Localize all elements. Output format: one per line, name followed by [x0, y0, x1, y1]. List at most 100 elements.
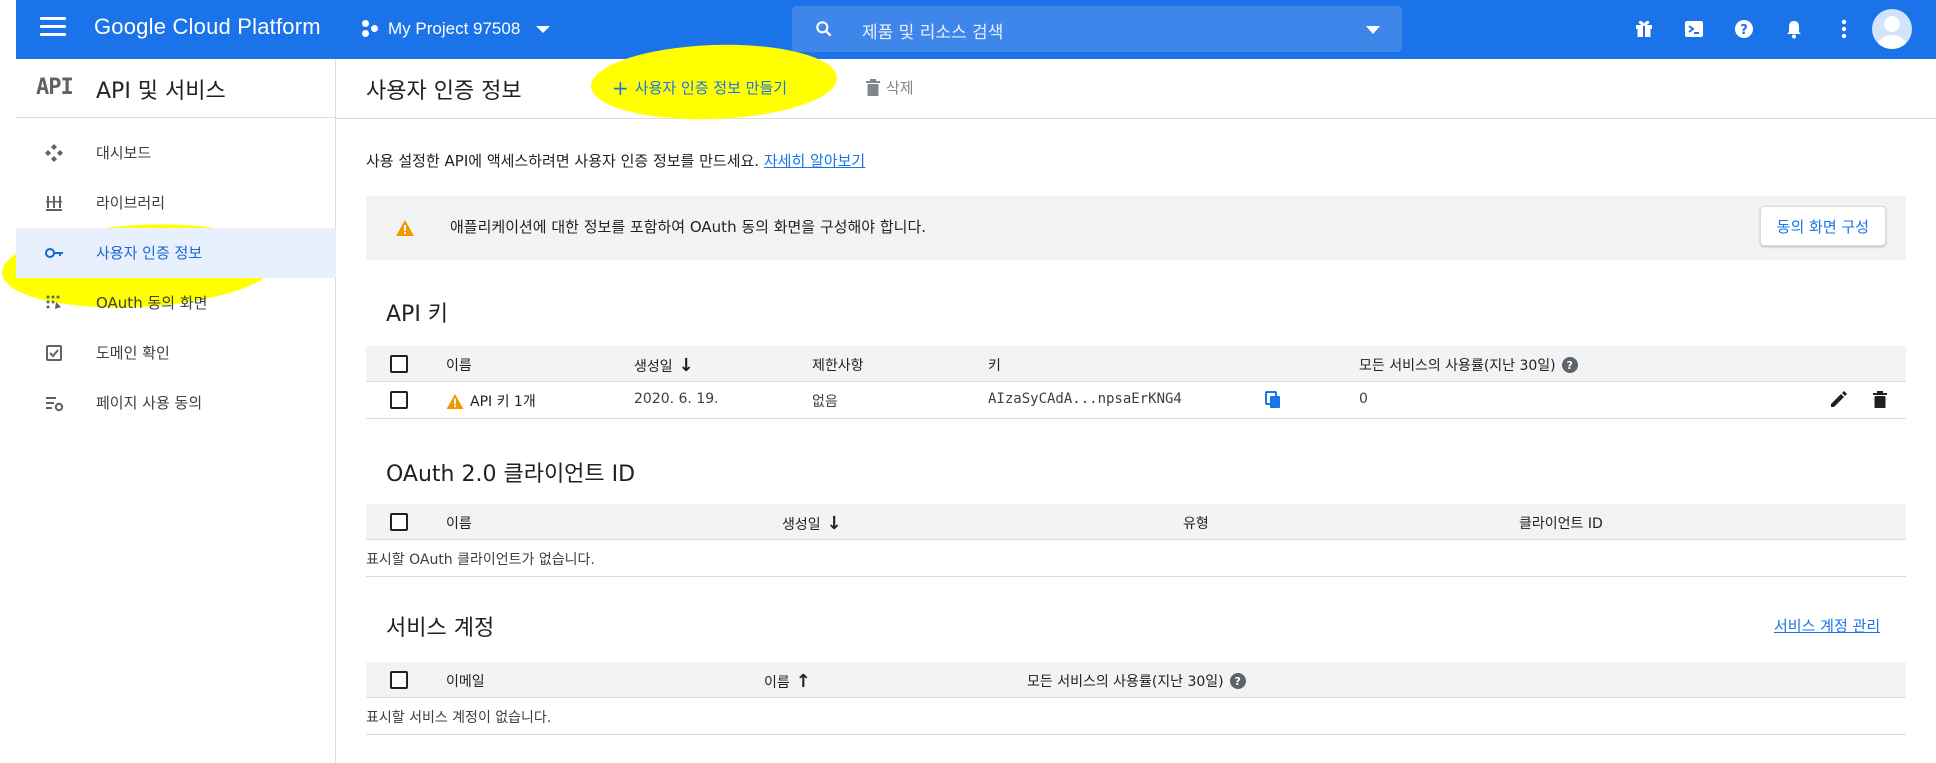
help-circle-icon[interactable]: ? — [1561, 357, 1578, 373]
delete-button[interactable]: 삭제 — [866, 77, 914, 98]
row-checkbox[interactable] — [390, 391, 408, 409]
help-circle-icon[interactable]: ? — [1229, 673, 1246, 689]
project-selector[interactable]: My Project 97508 — [362, 19, 551, 39]
sidebar-title: API 및 서비스 — [96, 79, 226, 104]
top-app-bar: Google Cloud Platform My Project 97508 제… — [16, 0, 1936, 59]
dashboard-icon — [45, 144, 63, 162]
oauth-clients-table: 이름 생성일 ↓ 유형 클라이언트 ID 표시할 OAuth 클라이언트가 없습… — [366, 504, 1906, 577]
help-icon[interactable]: ? — [1732, 17, 1756, 41]
sidebar-item-label: 도메인 확인 — [96, 344, 170, 362]
svg-text:?: ? — [1740, 23, 1748, 38]
brand-title[interactable]: Google Cloud Platform — [94, 14, 321, 40]
column-header-usage: 모든 서비스의 사용률(지난 30일) ? — [1359, 355, 1578, 375]
select-all-checkbox[interactable] — [390, 513, 408, 531]
sidebar-item-domain-verification[interactable]: 도메인 확인 — [16, 328, 336, 378]
empty-row: 표시할 OAuth 클라이언트가 없습니다. — [366, 540, 1906, 577]
trash-icon — [866, 79, 880, 96]
library-icon — [46, 196, 62, 211]
column-header-usage: 모든 서비스의 사용률(지난 30일) ? — [1027, 671, 1246, 691]
page-title: 사용자 인증 정보 — [366, 79, 522, 104]
search-icon — [816, 21, 832, 37]
search-dropdown-icon[interactable] — [1366, 26, 1380, 34]
intro-description: 사용 설정한 API에 액세스하려면 사용자 인증 정보를 만드세요. — [366, 152, 760, 170]
warning-icon — [446, 393, 464, 409]
empty-row: 표시할 서비스 계정이 없습니다. — [366, 698, 1906, 735]
content-header: 사용자 인증 정보 + 사용자 인증 정보 만들기 삭제 — [336, 40, 1936, 124]
column-header-name[interactable]: 이름 ↑ — [764, 671, 811, 692]
select-all-checkbox[interactable] — [390, 355, 408, 373]
api-key-usage: 0 — [1359, 391, 1368, 407]
oauth-icon — [46, 295, 61, 309]
more-vert-icon[interactable] — [1832, 17, 1856, 41]
search-input[interactable]: 제품 및 리소스 검색 — [862, 18, 1003, 43]
select-all-checkbox[interactable] — [390, 671, 408, 689]
sidebar-item-oauth-consent[interactable]: OAuth 동의 화면 — [16, 278, 336, 328]
api-key-value: AIzaSyCAdA...npsaErKNG4 — [988, 391, 1182, 407]
sidebar-item-label: 사용자 인증 정보 — [96, 244, 203, 262]
column-header-usage-label: 모든 서비스의 사용률(지난 30일) — [1359, 358, 1556, 374]
gift-icon[interactable] — [1632, 17, 1656, 41]
delete-trash-icon[interactable] — [1873, 391, 1887, 408]
column-header-created[interactable]: 생성일 ↓ — [634, 355, 694, 376]
project-name: My Project 97508 — [388, 19, 521, 38]
sidebar-item-label: 대시보드 — [96, 144, 152, 162]
api-keys-title: API 키 — [386, 302, 449, 327]
column-header-name: 이름 — [446, 516, 472, 532]
intro-text: 사용 설정한 API에 액세스하려면 사용자 인증 정보를 만드세요. 자세히 … — [366, 150, 865, 171]
sort-arrow-down-icon: ↓ — [826, 513, 842, 534]
search-bar[interactable]: 제품 및 리소스 검색 — [792, 6, 1402, 52]
hamburger-menu-icon[interactable] — [40, 17, 66, 41]
api-key-name-cell[interactable]: API 키 1개 — [446, 391, 536, 411]
api-key-name: API 키 1개 — [470, 394, 536, 410]
project-icon — [362, 20, 380, 38]
sidebar-item-label: 라이브러리 — [96, 194, 166, 212]
service-accounts-title: 서비스 계정 — [386, 616, 495, 641]
notifications-bell-icon[interactable] — [1782, 17, 1806, 41]
left-nav: API API 및 서비스 대시보드 라이브러리 사용자 인증 정보 OAuth… — [0, 59, 336, 763]
sidebar-item-credentials[interactable]: 사용자 인증 정보 — [16, 228, 336, 278]
create-credentials-button[interactable]: + 사용자 인증 정보 만들기 — [612, 77, 787, 98]
delete-label: 삭제 — [886, 79, 914, 97]
edit-pencil-icon[interactable] — [1829, 391, 1847, 409]
sort-arrow-down-icon: ↓ — [678, 355, 694, 376]
manage-service-accounts-link[interactable]: 서비스 계정 관리 — [1774, 615, 1880, 636]
account-avatar[interactable] — [1872, 9, 1912, 49]
column-header-created[interactable]: 생성일 ↓ — [782, 513, 842, 534]
configure-consent-screen-button[interactable]: 동의 화면 구성 — [1759, 206, 1886, 246]
copy-icon[interactable] — [1265, 391, 1281, 409]
sidebar-item-library[interactable]: 라이브러리 — [16, 178, 336, 228]
sort-arrow-up-icon: ↑ — [795, 671, 811, 692]
sidebar-item-label: 페이지 사용 동의 — [96, 394, 203, 412]
sidebar-item-label: OAuth 동의 화면 — [96, 294, 208, 312]
learn-more-link[interactable]: 자세히 알아보기 — [764, 152, 865, 170]
column-header-created-label: 생성일 — [782, 516, 821, 533]
plus-icon: + — [612, 75, 629, 100]
create-credentials-label: 사용자 인증 정보 만들기 — [634, 79, 788, 97]
column-header-key: 키 — [988, 358, 1001, 374]
warning-icon — [396, 220, 414, 236]
gcp-console: Google Cloud Platform My Project 97508 제… — [0, 0, 1936, 763]
api-key-restriction: 없음 — [812, 394, 838, 410]
api-keys-table: 이름 생성일 ↓ 제한사항 키 모든 서비스의 사용률(지난 30일) ? AP… — [366, 346, 1906, 419]
sidebar-item-page-usage-agreement[interactable]: 페이지 사용 동의 — [16, 378, 336, 428]
table-header: 이름 생성일 ↓ 유형 클라이언트 ID — [366, 504, 1906, 540]
oauth-consent-notice: 애플리케이션에 대한 정보를 포함하여 OAuth 동의 화면을 구성해야 합니… — [366, 196, 1906, 260]
api-logo: API — [36, 75, 74, 100]
service-accounts-table: 이메일 이름 ↑ 모든 서비스의 사용률(지난 30일) ? 표시할 서비스 계… — [366, 662, 1906, 735]
column-header-created-label: 생성일 — [634, 358, 673, 375]
table-row[interactable]: API 키 1개 2020. 6. 19. 없음 AIzaSyCAdA...np… — [366, 382, 1906, 419]
sidebar-item-dashboard[interactable]: 대시보드 — [16, 128, 336, 178]
notice-text: 애플리케이션에 대한 정보를 포함하여 OAuth 동의 화면을 구성해야 합니… — [450, 218, 927, 236]
empty-message: 표시할 OAuth 클라이언트가 없습니다. — [366, 552, 595, 568]
table-header: 이메일 이름 ↑ 모든 서비스의 사용률(지난 30일) ? — [366, 662, 1906, 698]
column-header-client-id: 클라이언트 ID — [1519, 516, 1603, 532]
column-header-email: 이메일 — [446, 674, 485, 690]
settings-list-icon — [46, 397, 64, 412]
column-header-type: 유형 — [1183, 516, 1209, 532]
column-header-name: 이름 — [446, 358, 472, 374]
column-header-restriction: 제한사항 — [812, 358, 864, 374]
oauth-clients-title: OAuth 2.0 클라이언트 ID — [386, 462, 636, 487]
column-header-usage-label: 모든 서비스의 사용률(지난 30일) — [1027, 674, 1224, 690]
table-header: 이름 생성일 ↓ 제한사항 키 모든 서비스의 사용률(지난 30일) ? — [366, 346, 1906, 382]
cloud-shell-icon[interactable] — [1682, 17, 1706, 41]
